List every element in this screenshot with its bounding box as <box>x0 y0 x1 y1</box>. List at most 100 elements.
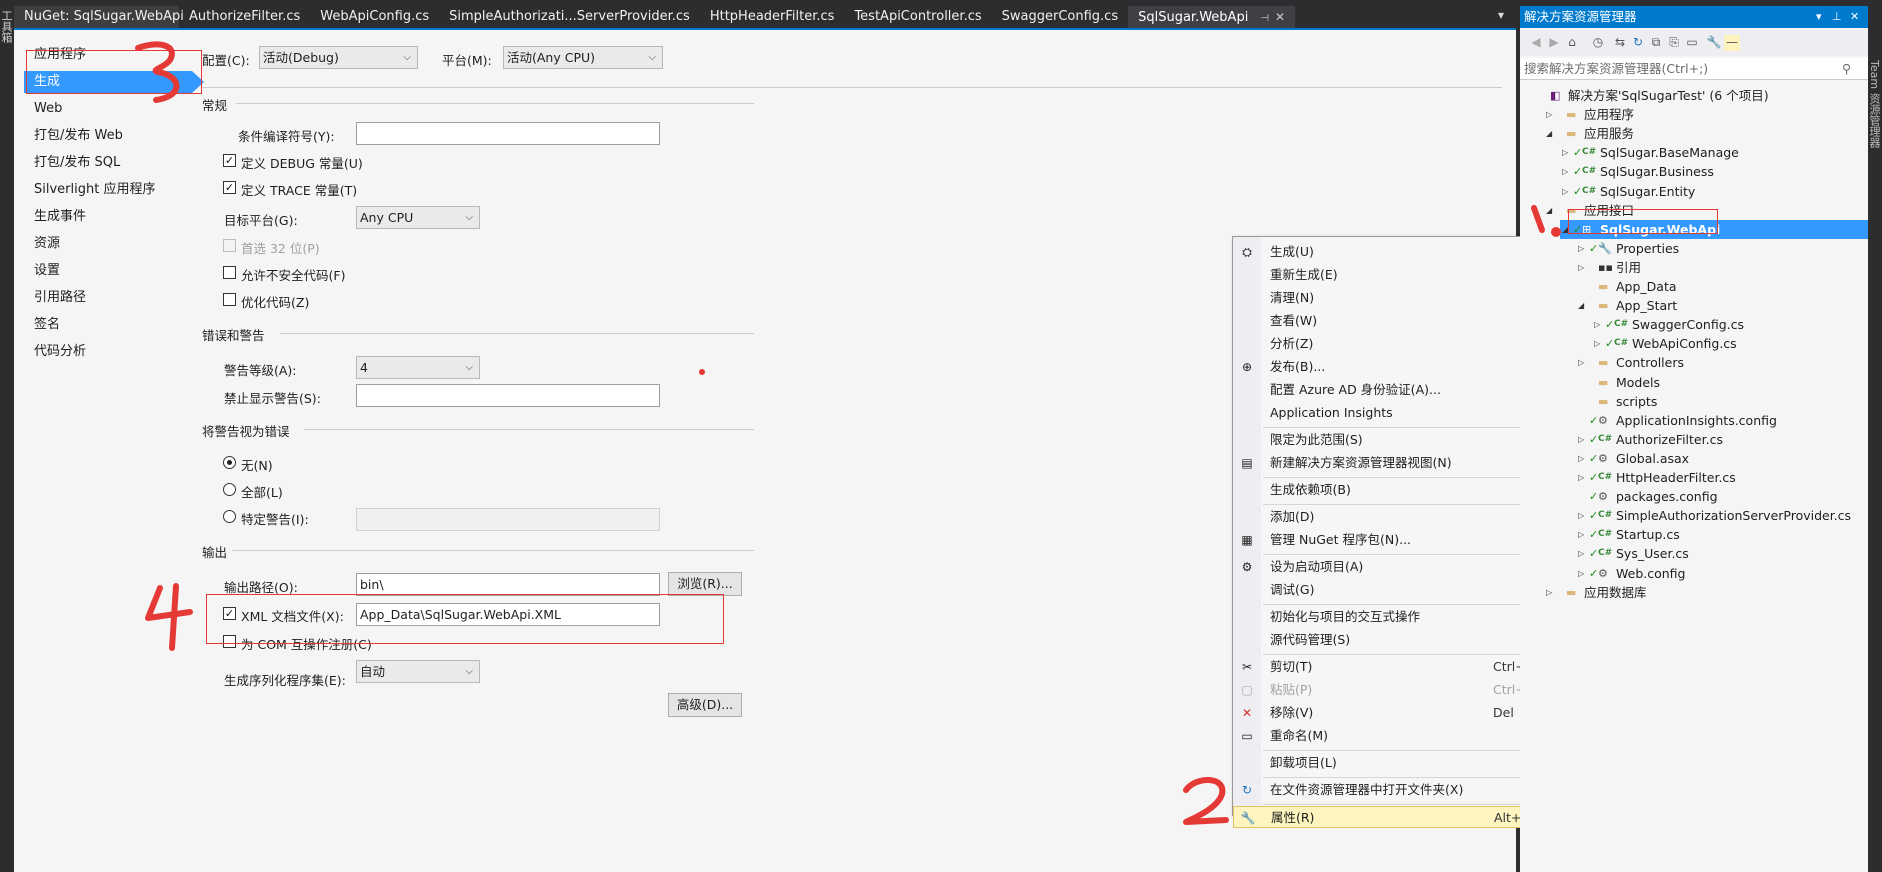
menu-item-21[interactable]: 源代码管理(S)▶ <box>1233 629 1567 651</box>
tree-item-21[interactable]: ✓ ⚙ packages.config <box>1520 487 1868 506</box>
menu-item-0[interactable]: ⛭ 生成(U) <box>1233 241 1567 263</box>
tree-item-17[interactable]: ✓ ⚙ ApplicationInsights.config <box>1520 411 1868 430</box>
tree-item-1[interactable]: ▷ ▬ 应用程序 <box>1520 105 1868 124</box>
menu-item-28[interactable]: 卸载项目(L) <box>1233 752 1567 774</box>
menu-item-1[interactable]: 重新生成(E) <box>1233 264 1567 286</box>
expand-icon[interactable]: ▷ <box>1578 449 1584 468</box>
collapse-icon[interactable]: ◢ <box>1546 201 1552 220</box>
menu-item-23[interactable]: ✂ 剪切(T) Ctrl+X <box>1233 656 1567 678</box>
nav-item-10[interactable]: 签名 <box>34 314 60 336</box>
expand-icon[interactable]: ▷ <box>1578 468 1584 487</box>
tab-6[interactable]: SwaggerConfig.cs <box>992 6 1128 28</box>
solution-explorer-search-input[interactable]: 搜索解决方案资源管理器(Ctrl+;) ⚲ <box>1520 58 1868 80</box>
define-debug-checkbox[interactable]: ✓ <box>223 154 236 167</box>
back-icon[interactable]: ◀ <box>1528 35 1544 51</box>
expand-icon[interactable]: ▷ <box>1578 239 1584 258</box>
output-path-input[interactable]: bin\ <box>356 573 660 596</box>
expand-icon[interactable]: ▷ <box>1594 315 1600 334</box>
expand-icon[interactable]: ▷ <box>1562 162 1568 181</box>
preview-icon[interactable]: ▭ <box>1684 35 1700 51</box>
menu-item-7[interactable]: Application Insights▶ <box>1233 402 1567 424</box>
nav-item-3[interactable]: 打包/发布 Web <box>34 125 123 147</box>
tree-item-12[interactable]: ▷ ✓ C# SwaggerConfig.cs <box>1520 315 1868 334</box>
tab-1[interactable]: AuthorizeFilter.cs <box>179 6 310 28</box>
home-icon[interactable]: ⌂ <box>1564 35 1580 51</box>
tree-item-15[interactable]: ▬ Models <box>1520 373 1868 392</box>
tab-0[interactable]: NuGet: SqlSugar.WebApi <box>14 6 184 28</box>
expand-icon[interactable]: ▷ <box>1578 258 1584 277</box>
tree-item-25[interactable]: ▷ ✓ ⚙ Web.config <box>1520 564 1868 583</box>
allow-unsafe-checkbox[interactable] <box>223 266 236 279</box>
tree-item-2[interactable]: ◢ ▬ 应用服务 <box>1520 124 1868 143</box>
nav-item-2[interactable]: Web <box>34 98 62 120</box>
wrench-icon[interactable]: 🔧 <box>1706 35 1722 51</box>
tab-7[interactable]: SqlSugar.WebApi ⊣ ✕ <box>1128 6 1296 28</box>
suppress-warnings-input[interactable] <box>356 384 660 407</box>
serialization-select[interactable]: 自动 ⌵ <box>356 660 480 683</box>
nav-item-6[interactable]: 生成事件 <box>34 206 86 228</box>
menu-item-20[interactable]: 初始化与项目的交互式操作 <box>1233 606 1567 628</box>
tree-item-20[interactable]: ▷ ✓ C# HttpHeaderFilter.cs <box>1520 468 1868 487</box>
conditional-symbols-input[interactable] <box>356 122 660 145</box>
tab-dropdown-icon[interactable]: ▾ <box>1498 8 1504 22</box>
pin-active-icon[interactable]: — <box>1724 35 1740 51</box>
sync-icon[interactable]: ⇆ <box>1612 35 1628 51</box>
collapse-icon[interactable]: ◢ <box>1546 124 1552 143</box>
tree-item-23[interactable]: ▷ ✓ C# Startup.cs <box>1520 525 1868 544</box>
tab-2[interactable]: WebApiConfig.cs <box>310 6 439 28</box>
close-icon[interactable]: ✕ <box>1275 10 1285 24</box>
collapse-icon[interactable]: ◢ <box>1578 296 1584 315</box>
refresh-icon[interactable]: ↻ <box>1630 35 1646 51</box>
menu-item-17[interactable]: ⚙ 设为启动项目(A) <box>1233 556 1567 578</box>
pin-icon[interactable]: ⊥ <box>1832 6 1842 28</box>
expand-icon[interactable]: ▷ <box>1562 182 1568 201</box>
tree-item-26[interactable]: ▷ ▬ 应用数据库 <box>1520 583 1868 602</box>
menu-item-26[interactable]: ▭ 重命名(M) <box>1233 725 1567 747</box>
tree-item-13[interactable]: ▷ ✓ C# WebApiConfig.cs <box>1520 334 1868 353</box>
tree-item-16[interactable]: ▬ scripts <box>1520 392 1868 411</box>
tree-item-8[interactable]: ▷ ✓ 🔧 Properties <box>1520 239 1868 258</box>
tab-4[interactable]: HttpHeaderFilter.cs <box>700 6 845 28</box>
nav-item-7[interactable]: 资源 <box>34 233 60 255</box>
browse-button[interactable]: 浏览(R)... <box>668 572 742 596</box>
menu-item-30[interactable]: ↻ 在文件资源管理器中打开文件夹(X) <box>1233 779 1567 801</box>
show-all-files-icon[interactable]: ⎘ <box>1666 35 1682 51</box>
expand-icon[interactable]: ▷ <box>1594 334 1600 353</box>
tree-item-4[interactable]: ▷ ✓ C# SqlSugar.Business <box>1520 162 1868 181</box>
define-trace-checkbox[interactable]: ✓ <box>223 181 236 194</box>
expand-icon[interactable]: ▷ <box>1578 353 1584 372</box>
menu-item-5[interactable]: ⊕ 发布(B)... <box>1233 356 1567 378</box>
target-platform-select[interactable]: Any CPU ⌵ <box>356 206 480 229</box>
menu-item-25[interactable]: ✕ 移除(V) Del <box>1233 702 1567 724</box>
tree-item-11[interactable]: ◢ ▬ App_Start <box>1520 296 1868 315</box>
pin-icon[interactable]: ⊣ <box>1260 13 1269 24</box>
specific-warnings-input[interactable] <box>356 508 660 531</box>
nav-item-5[interactable]: Silverlight 应用程序 <box>34 179 155 201</box>
menu-item-4[interactable]: 分析(Z)▶ <box>1233 333 1567 355</box>
expand-icon[interactable]: ▷ <box>1562 143 1568 162</box>
expand-icon[interactable]: ▷ <box>1546 105 1552 124</box>
expand-icon[interactable]: ▷ <box>1578 525 1584 544</box>
menu-item-18[interactable]: 调试(G)▶ <box>1233 579 1567 601</box>
close-icon[interactable]: ✕ <box>1850 6 1859 28</box>
team-explorer-strip[interactable]: Team 资源管理器 <box>1868 0 1882 872</box>
expand-icon[interactable]: ▷ <box>1578 544 1584 563</box>
menu-item-15[interactable]: ▦ 管理 NuGet 程序包(N)... <box>1233 529 1567 551</box>
advanced-button[interactable]: 高级(D)... <box>668 693 742 717</box>
tab-3[interactable]: SimpleAuthorizati...ServerProvider.cs <box>439 6 700 28</box>
nav-item-4[interactable]: 打包/发布 SQL <box>34 152 120 174</box>
menu-item-6[interactable]: 配置 Azure AD 身份验证(A)... <box>1233 379 1567 401</box>
tree-item-22[interactable]: ▷ ✓ C# SimpleAuthorizationServerProvider.cs <box>1520 506 1868 525</box>
treat-warnings-none-radio[interactable] <box>223 456 236 469</box>
menu-item-14[interactable]: 添加(D)▶ <box>1233 506 1567 528</box>
chevron-down-icon[interactable]: ▾ <box>1816 6 1822 28</box>
nav-item-11[interactable]: 代码分析 <box>34 341 86 363</box>
treat-warnings-specific-radio[interactable] <box>223 510 236 523</box>
tab-5[interactable]: TestApiController.cs <box>844 6 991 28</box>
treat-warnings-all-radio[interactable] <box>223 483 236 496</box>
warning-level-select[interactable]: 4 ⌵ <box>356 356 480 379</box>
expand-icon[interactable]: ▷ <box>1578 564 1584 583</box>
menu-item-9[interactable]: 限定为此范围(S) <box>1233 429 1567 451</box>
optimize-checkbox[interactable] <box>223 293 236 306</box>
expand-icon[interactable]: ▷ <box>1578 430 1584 449</box>
